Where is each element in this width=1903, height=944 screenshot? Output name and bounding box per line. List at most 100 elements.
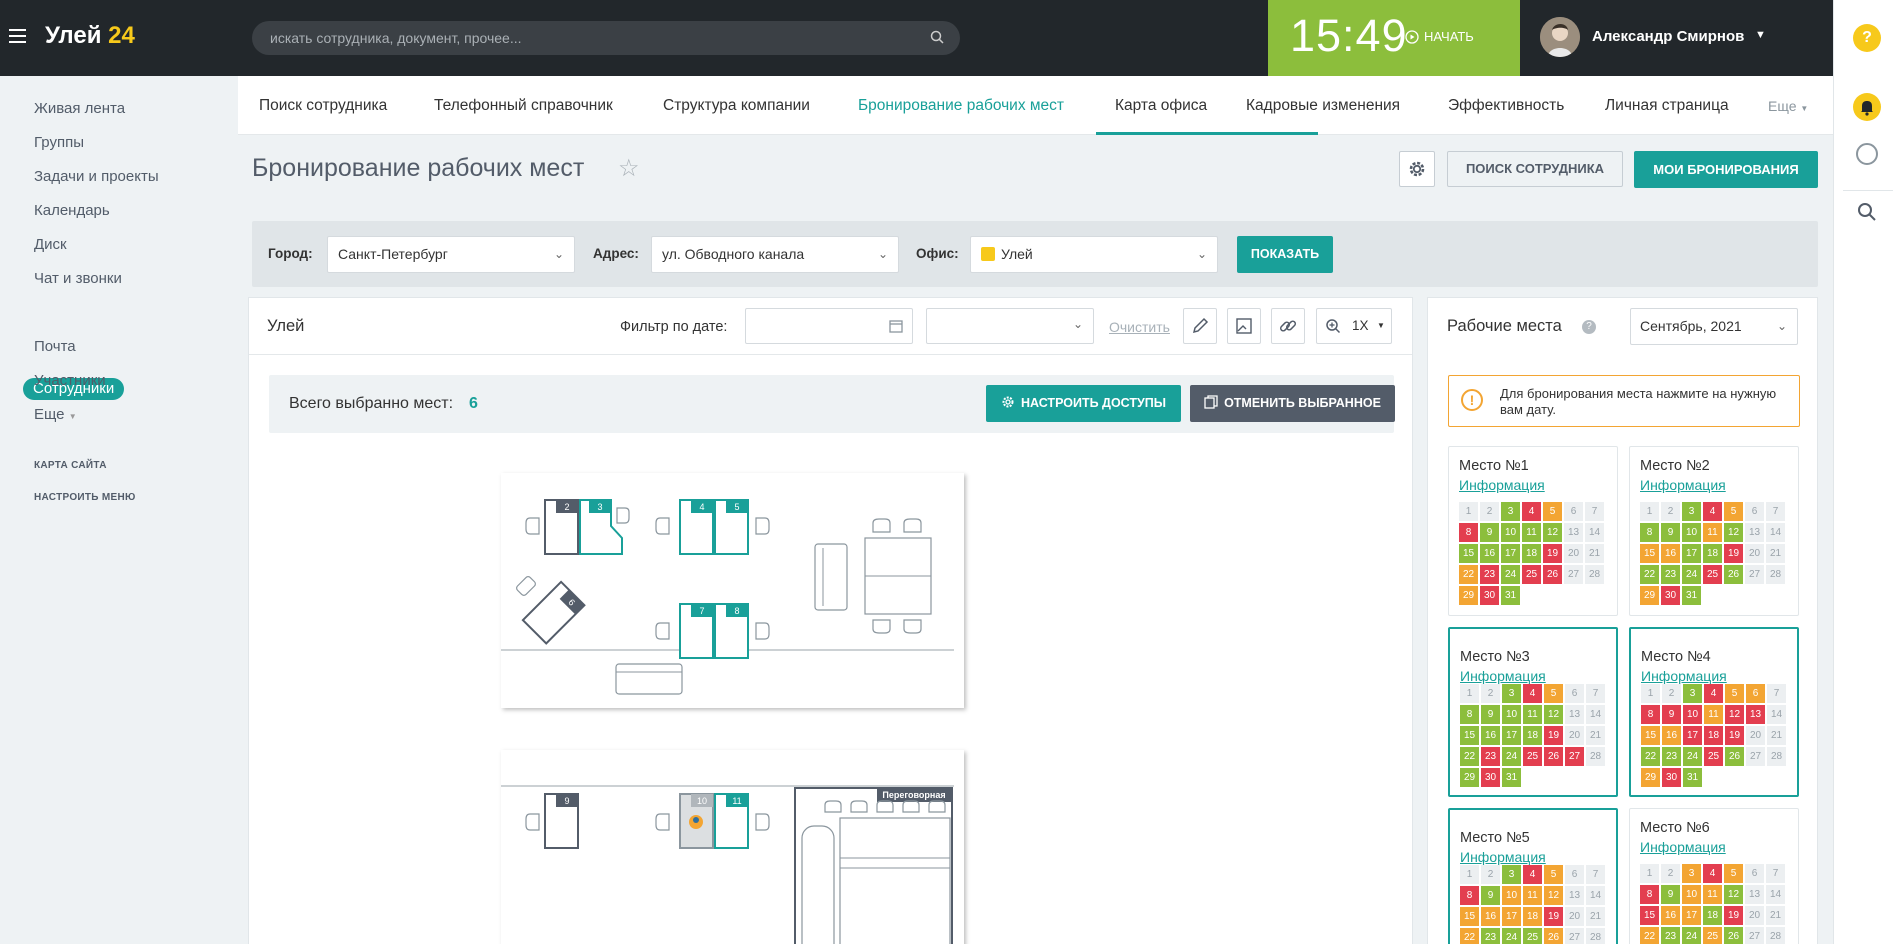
- star-icon[interactable]: ☆: [618, 154, 640, 183]
- calendar-day[interactable]: 23: [1661, 927, 1680, 944]
- calendar-day[interactable]: 26: [1544, 928, 1563, 944]
- search-input[interactable]: [270, 21, 890, 55]
- menu-item-more[interactable]: Еще ▼: [34, 406, 77, 423]
- desk-9[interactable]: 9: [544, 793, 579, 849]
- desk-7[interactable]: 7: [679, 603, 714, 659]
- help-icon[interactable]: ?: [1853, 24, 1881, 52]
- menu-item-groups[interactable]: Группы: [34, 134, 84, 151]
- chat-icon[interactable]: [1856, 143, 1878, 165]
- calendar-day[interactable]: 22: [1459, 565, 1478, 584]
- calendar-day[interactable]: 25: [1523, 747, 1542, 766]
- calendar-day[interactable]: 26: [1725, 747, 1744, 766]
- calendar-day[interactable]: 30: [1662, 768, 1681, 787]
- calendar-day[interactable]: 26: [1544, 747, 1563, 766]
- calendar-day[interactable]: 29: [1640, 586, 1659, 605]
- date-filter-input[interactable]: [745, 308, 913, 344]
- calendar-day[interactable]: 15: [1459, 544, 1478, 563]
- calendar-day[interactable]: 19: [1724, 544, 1743, 563]
- calendar-day[interactable]: 24: [1683, 747, 1702, 766]
- employee-search-button[interactable]: ПОИСК СОТРУДНИКА: [1447, 151, 1623, 187]
- calendar-day[interactable]: 26: [1724, 927, 1743, 944]
- calendar-day[interactable]: 22: [1640, 927, 1659, 944]
- calendar-day[interactable]: 31: [1501, 586, 1520, 605]
- desk-11[interactable]: 11: [714, 793, 749, 849]
- tab-office-map[interactable]: Карта офиса: [1115, 97, 1207, 115]
- calendar-day[interactable]: 25: [1703, 927, 1722, 944]
- menu-item-chat[interactable]: Чат и звонки: [34, 270, 122, 287]
- calendar-day[interactable]: 30: [1661, 586, 1680, 605]
- calendar-day[interactable]: 22: [1640, 565, 1659, 584]
- seat-card[interactable]: Место №3 Информация 1 2 3 4 5 6 7 8 9 10 11 12 13 14 15 1…: [1448, 627, 1618, 797]
- show-button[interactable]: ПОКАЗАТЬ: [1237, 236, 1333, 273]
- calendar-day[interactable]: 5: [1544, 684, 1563, 703]
- notification-bell-icon[interactable]: [1853, 93, 1881, 121]
- calendar-day[interactable]: 3: [1502, 684, 1521, 703]
- calendar-day[interactable]: 4: [1703, 864, 1722, 883]
- calendar-day[interactable]: 9: [1481, 886, 1500, 905]
- calendar-day[interactable]: 19: [1724, 906, 1743, 925]
- calendar-day[interactable]: 3: [1502, 865, 1521, 884]
- calendar-day[interactable]: 24: [1682, 565, 1701, 584]
- calendar-day[interactable]: 11: [1523, 705, 1542, 724]
- calendar-day[interactable]: 12: [1724, 885, 1743, 904]
- calendar-day[interactable]: 6: [1746, 684, 1765, 703]
- calendar-day[interactable]: 22: [1460, 928, 1479, 944]
- calendar-day[interactable]: 9: [1662, 705, 1681, 724]
- calendar-day[interactable]: 24: [1501, 565, 1520, 584]
- calendar-day[interactable]: 12: [1543, 523, 1562, 542]
- seat-card[interactable]: Место №6 Информация 1 2 3 4 5 6 7 8 9 10 11 12 13 14 15 1…: [1629, 808, 1799, 944]
- calendar-day[interactable]: 18: [1523, 726, 1542, 745]
- calendar-day[interactable]: 15: [1460, 726, 1479, 745]
- calendar-day[interactable]: 5: [1543, 502, 1562, 521]
- desk-8[interactable]: 8: [714, 603, 749, 659]
- calendar-day[interactable]: 11: [1522, 523, 1541, 542]
- seat-card[interactable]: Место №2 Информация 1 2 3 4 5 6 7 8 9 10 11 12 13 14 15 1…: [1629, 446, 1799, 616]
- calendar-day[interactable]: 10: [1682, 885, 1701, 904]
- work-time-widget[interactable]: 15:49 НАЧАТЬ: [1268, 0, 1520, 76]
- calendar-day[interactable]: 16: [1661, 906, 1680, 925]
- calendar-day[interactable]: 19: [1544, 907, 1563, 926]
- calendar-day[interactable]: 4: [1523, 865, 1542, 884]
- logo[interactable]: Улей 24: [45, 22, 135, 50]
- calendar-day[interactable]: 31: [1502, 768, 1521, 787]
- tab-booking[interactable]: Бронирование рабочих мест: [858, 97, 1064, 115]
- calendar-day[interactable]: 15: [1460, 907, 1479, 926]
- city-select[interactable]: Санкт-Петербург ⌄: [327, 236, 575, 273]
- calendar-day[interactable]: 12: [1724, 523, 1743, 542]
- office-select[interactable]: Улей ⌄: [970, 236, 1218, 273]
- month-select[interactable]: Сентябрь, 2021 ⌄: [1630, 308, 1798, 345]
- desk-2[interactable]: 2: [544, 499, 579, 555]
- help-icon[interactable]: ?: [1582, 320, 1596, 334]
- calendar-day[interactable]: 15: [1640, 906, 1659, 925]
- desk-10[interactable]: 10: [679, 793, 714, 849]
- menu-item-mail[interactable]: Почта: [34, 338, 76, 355]
- calendar-day[interactable]: 12: [1544, 886, 1563, 905]
- seat-card[interactable]: Место №1 Информация 1 2 3 4 5 6 7 8 9 10 11 12 13 14 15 1…: [1448, 446, 1618, 616]
- calendar-day[interactable]: 29: [1641, 768, 1660, 787]
- meeting-room[interactable]: Переговорная: [794, 787, 953, 944]
- calendar-day[interactable]: 17: [1682, 906, 1701, 925]
- seat-card[interactable]: Место №4 Информация 1 2 3 4 5 6 7 8 9 10 11 12 13 14 15 1…: [1629, 627, 1799, 797]
- calendar-day[interactable]: 19: [1725, 726, 1744, 745]
- calendar-day[interactable]: 4: [1703, 502, 1722, 521]
- calendar-day[interactable]: 9: [1480, 523, 1499, 542]
- tab-personal-page[interactable]: Личная страница: [1605, 97, 1729, 115]
- search-icon[interactable]: [930, 30, 944, 44]
- calendar-day[interactable]: 25: [1523, 928, 1542, 944]
- tab-hr-changes[interactable]: Кадровые изменения: [1246, 97, 1400, 115]
- configure-access-button[interactable]: НАСТРОИТЬ ДОСТУПЫ: [986, 385, 1181, 422]
- calendar-day[interactable]: 8: [1640, 885, 1659, 904]
- clear-link[interactable]: Очистить: [1109, 319, 1170, 335]
- calendar-day[interactable]: 26: [1543, 565, 1562, 584]
- calendar-day[interactable]: 4: [1704, 684, 1723, 703]
- calendar-day[interactable]: 17: [1682, 544, 1701, 563]
- calendar-day[interactable]: 8: [1459, 523, 1478, 542]
- edit-button[interactable]: [1183, 308, 1217, 344]
- calendar-day[interactable]: 23: [1662, 747, 1681, 766]
- user-menu[interactable]: Александр Смирнов ▼: [1520, 0, 1833, 76]
- calendar-day[interactable]: 10: [1683, 705, 1702, 724]
- my-bookings-button[interactable]: МОИ БРОНИРОВАНИЯ: [1634, 151, 1818, 188]
- calendar-day[interactable]: 10: [1502, 886, 1521, 905]
- calendar-day[interactable]: 3: [1682, 864, 1701, 883]
- calendar-day[interactable]: 18: [1703, 906, 1722, 925]
